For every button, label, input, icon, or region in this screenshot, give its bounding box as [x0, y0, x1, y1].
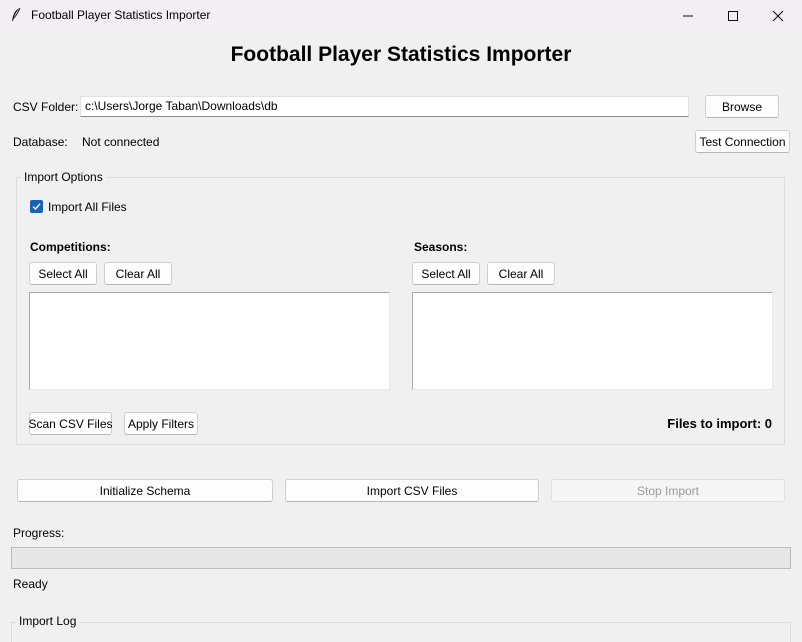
competitions-label: Competitions: [30, 240, 111, 254]
competitions-clear-all-button[interactable]: Clear All [104, 262, 172, 285]
feather-icon [10, 7, 22, 23]
database-status: Not connected [82, 135, 160, 149]
minimize-icon [683, 15, 693, 16]
seasons-label: Seasons: [414, 240, 468, 254]
page-title: Football Player Statistics Importer [230, 43, 572, 66]
checkmark-icon [32, 203, 41, 211]
seasons-listbox[interactable] [412, 292, 773, 390]
progress-label: Progress: [13, 526, 65, 540]
seasons-clear-all-button[interactable]: Clear All [487, 262, 555, 285]
app-window: Football Player Statistics Importer Foot… [0, 0, 802, 642]
competitions-listbox[interactable] [29, 292, 390, 390]
window-title: Football Player Statistics Importer [31, 8, 211, 22]
csv-folder-label: CSV Folder: [13, 100, 79, 114]
database-label: Database: [13, 135, 68, 149]
import-log-group [11, 622, 791, 642]
import-all-checkbox[interactable] [30, 200, 43, 213]
seasons-select-all-button[interactable]: Select All [412, 262, 480, 285]
title-bar[interactable]: Football Player Statistics Importer [0, 0, 802, 31]
files-to-import-count: Files to import: 0 [667, 416, 772, 431]
import-options-legend: Import Options [21, 170, 106, 184]
import-progress-bar [11, 547, 791, 569]
scan-csv-files-button[interactable]: Scan CSV Files [28, 412, 113, 435]
browse-button[interactable]: Browse [705, 95, 779, 118]
progress-status: Ready [13, 577, 48, 591]
import-all-label[interactable]: Import All Files [48, 200, 127, 214]
initialize-schema-button[interactable]: Initialize Schema [17, 479, 273, 502]
close-button[interactable] [755, 0, 801, 31]
stop-import-button[interactable]: Stop Import [551, 479, 785, 502]
competitions-select-all-button[interactable]: Select All [29, 262, 97, 285]
csv-folder-input[interactable]: c:\Users\Jorge Taban\Downloads\db [80, 96, 689, 117]
close-icon [772, 10, 784, 21]
import-csv-files-button[interactable]: Import CSV Files [285, 479, 539, 502]
maximize-button[interactable] [710, 0, 756, 31]
apply-filters-button[interactable]: Apply Filters [124, 412, 198, 435]
minimize-button[interactable] [665, 0, 711, 31]
test-connection-button[interactable]: Test Connection [695, 130, 790, 153]
maximize-icon [728, 10, 738, 21]
import-log-legend: Import Log [16, 614, 80, 628]
